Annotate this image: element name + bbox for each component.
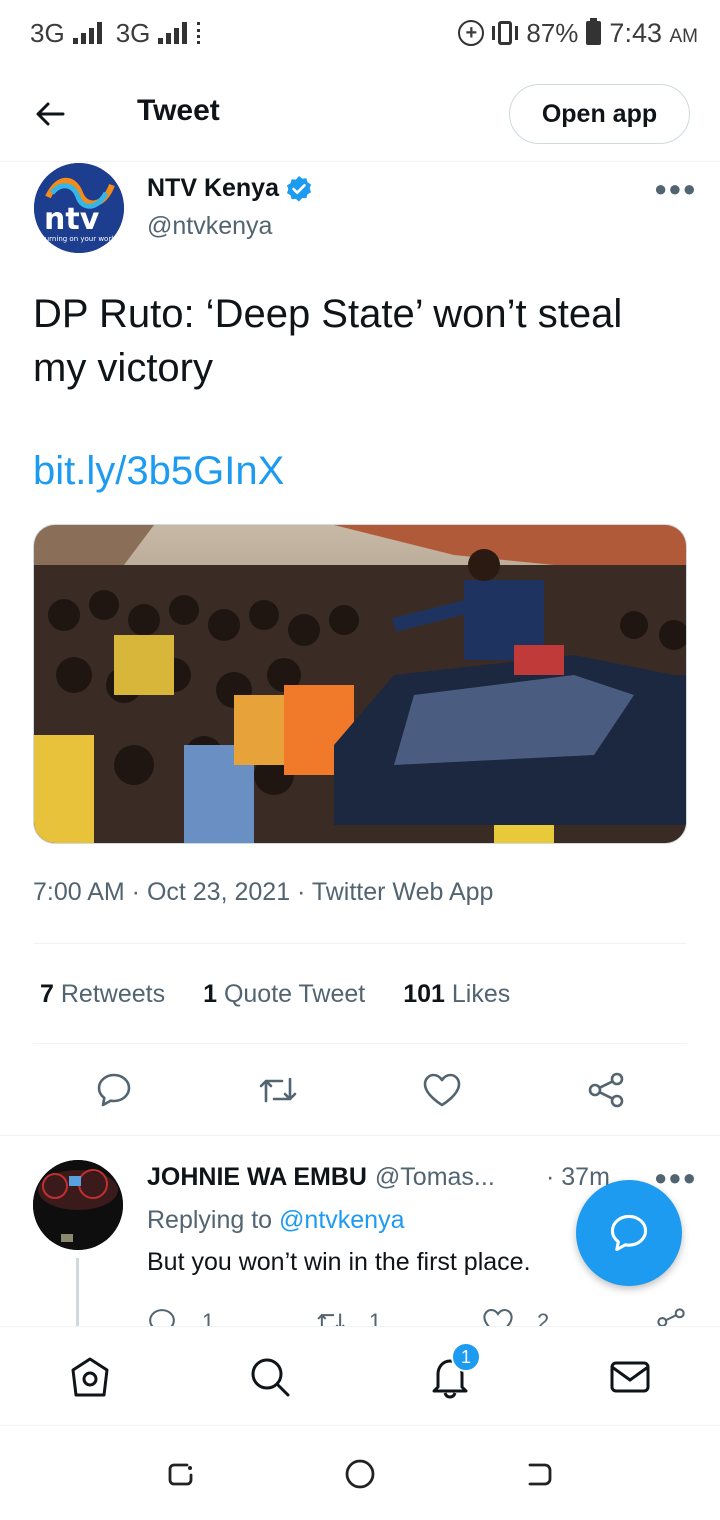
reply-author-handle: @Tomas...: [374, 1163, 495, 1191]
reply-icon[interactable]: [147, 1307, 177, 1327]
home-system-button[interactable]: [343, 1457, 377, 1491]
recents-button[interactable]: [163, 1457, 197, 1491]
battery-percent: 87%: [526, 17, 579, 48]
author-name[interactable]: NTV Kenya: [147, 174, 313, 203]
heart-icon[interactable]: [482, 1307, 514, 1327]
tweet-link[interactable]: bit.ly/3b5GInX: [33, 449, 284, 494]
signal-icon: [72, 22, 102, 44]
retweet-count: 1: [369, 1309, 382, 1327]
tweet-stats: 7 Retweets 1 Quote Tweet 101 Likes: [40, 980, 510, 1009]
tweet-photo[interactable]: [33, 524, 687, 844]
back-system-button[interactable]: [523, 1457, 557, 1491]
share-icon[interactable]: [655, 1307, 687, 1327]
bottom-navigation: [0, 1326, 720, 1426]
clock: 7:43 AM: [609, 17, 698, 48]
battery-icon: [586, 18, 602, 45]
nav-search[interactable]: [246, 1353, 294, 1401]
notification-badge: 1: [451, 1342, 481, 1372]
thread-line: [76, 1258, 79, 1326]
compose-reply-button[interactable]: [576, 1180, 682, 1286]
reply-actions: 1 1 2: [147, 1305, 687, 1327]
top-app-bar: Tweet Open app: [0, 66, 720, 162]
nav-messages[interactable]: [606, 1353, 654, 1401]
system-navigation-bar: [0, 1427, 720, 1520]
data-saver-icon: +: [458, 20, 485, 46]
reply-button[interactable]: [86, 1062, 142, 1118]
likes-stat[interactable]: 101 Likes: [403, 980, 510, 1009]
retweets-stat[interactable]: 7 Retweets: [40, 980, 165, 1009]
arrow-left-icon: [36, 102, 65, 126]
author-avatar[interactable]: ntv turning on your world: [34, 163, 124, 253]
reply-more-options-icon[interactable]: ●●●: [654, 1165, 697, 1191]
search-icon: [251, 1358, 290, 1397]
open-app-button[interactable]: Open app: [509, 84, 690, 144]
recents-icon: [168, 1463, 193, 1486]
svg-text:ntv: ntv: [44, 202, 100, 237]
share-button[interactable]: [578, 1062, 634, 1118]
retweet-icon: [259, 1077, 297, 1103]
signal-icon-2: [158, 22, 188, 44]
reply-bubble-icon: [610, 1214, 648, 1252]
status-left: 3G 3G: [30, 18, 201, 49]
reply-author[interactable]: JOHNIE WA EMBU @Tomas...: [147, 1163, 495, 1192]
author-handle[interactable]: @ntvkenya: [147, 212, 272, 241]
nav-home[interactable]: [66, 1353, 114, 1401]
home-circle-icon: [345, 1459, 375, 1489]
tweet-actions: [0, 1062, 720, 1118]
svg-text:turning on your world: turning on your world: [42, 235, 118, 243]
reply-author-avatar[interactable]: [33, 1160, 123, 1250]
page-title: Tweet: [137, 94, 220, 127]
reply-author-name: JOHNIE WA EMBU: [147, 1163, 367, 1191]
verified-badge-icon: [285, 175, 313, 203]
tweet-text: DP Ruto: ‘Deep State’ won’t steal my vic…: [33, 292, 623, 390]
status-right: + 87% 7:43 AM: [458, 18, 698, 49]
divider: [33, 1043, 687, 1044]
replying-to: Replying to @ntvkenya: [147, 1206, 405, 1234]
more-options-icon[interactable]: ●●●: [654, 176, 697, 202]
heart-icon: [423, 1073, 461, 1107]
mail-icon: [610, 1361, 650, 1393]
dashboard-photo-image: [33, 1160, 123, 1250]
home-icon: [71, 1357, 109, 1397]
reply-icon: [97, 1073, 131, 1107]
share-icon: [588, 1072, 624, 1108]
back-system-icon: [528, 1463, 552, 1486]
quotes-stat[interactable]: 1 Quote Tweet: [203, 980, 365, 1009]
replying-to-link[interactable]: @ntvkenya: [279, 1206, 404, 1234]
data-activity-icon: [197, 22, 201, 44]
network-type-2: 3G: [115, 17, 151, 48]
retweet-icon[interactable]: [315, 1307, 347, 1327]
status-bar: 3G 3G + 87% 7:43 AM: [0, 0, 720, 66]
vibrate-icon: [492, 21, 519, 45]
retweet-button[interactable]: [250, 1062, 306, 1118]
network-type-1: 3G: [30, 17, 65, 48]
ntv-logo-icon: ntv turning on your world: [34, 163, 124, 253]
divider: [0, 1135, 720, 1136]
reply-count: 1: [202, 1309, 215, 1327]
tweet-timestamp: 7:00 AM · Oct 23, 2021 · Twitter Web App: [33, 878, 494, 906]
crowd-photo-image: [34, 525, 686, 843]
back-button[interactable]: [30, 94, 70, 134]
reply-text: But you won’t win in the first place.: [147, 1248, 531, 1276]
divider: [33, 943, 687, 944]
like-button[interactable]: [414, 1062, 470, 1118]
like-count: 2: [537, 1309, 550, 1327]
